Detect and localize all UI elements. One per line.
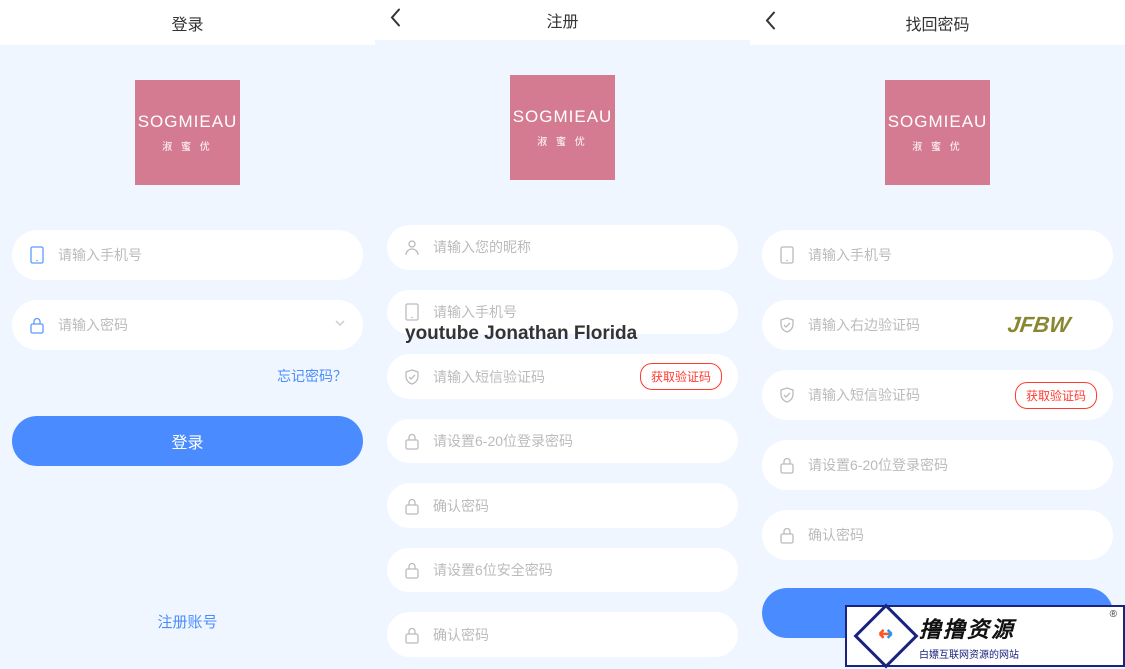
- brand-logo: SOGMIEAU 淑 蜜 优: [885, 80, 990, 185]
- login-button-label: 登录: [171, 429, 203, 453]
- logo-sub: 淑 蜜 优: [537, 133, 588, 148]
- safe-pwd-input[interactable]: [433, 562, 722, 578]
- stamp-main: 撸撸资源: [919, 612, 1117, 644]
- lock-icon: [403, 497, 421, 515]
- login-panel: 登录 SOGMIEAU 淑 蜜 优 忘记密码？ 登录 注册账号: [0, 0, 375, 667]
- register-sms-field[interactable]: 获取验证码: [387, 354, 738, 399]
- recover-header: 找回密码: [750, 0, 1125, 45]
- user-icon: [403, 238, 421, 256]
- login-password-input[interactable]: [58, 317, 325, 333]
- login-password-field[interactable]: [12, 300, 363, 350]
- login-header: 登录: [0, 0, 375, 45]
- safe-pwd2-input[interactable]: [433, 627, 722, 643]
- lock-icon: [403, 626, 421, 644]
- registered-mark: ®: [1110, 609, 1117, 620]
- svg-text:JFBW: JFBW: [1006, 312, 1074, 337]
- register-phone-field[interactable]: [387, 290, 738, 335]
- register-header: 注册: [375, 0, 750, 40]
- lock-icon: [778, 456, 796, 474]
- captcha-input[interactable]: [808, 317, 994, 333]
- register-link[interactable]: 注册账号: [157, 614, 217, 631]
- shield-icon: [778, 316, 796, 334]
- login-phone-input[interactable]: [58, 247, 347, 263]
- register-title: 注册: [546, 8, 578, 32]
- forgot-password-link[interactable]: 忘记密码？: [277, 368, 347, 384]
- shield-icon: [778, 386, 796, 404]
- stamp-sub: 白嫖互联网资源的网站: [919, 646, 1117, 661]
- logo-main: SOGMIEAU: [513, 107, 613, 127]
- stamp-logo-icon: [853, 603, 918, 668]
- logo-wrap: SOGMIEAU 淑 蜜 优: [375, 75, 750, 180]
- forgot-wrap: 忘记密码？: [0, 360, 375, 386]
- recover-phone-input[interactable]: [808, 247, 1097, 263]
- register-pwd-input[interactable]: [433, 433, 722, 449]
- recover-pwd2-field[interactable]: [762, 510, 1113, 560]
- lock-icon: [403, 432, 421, 450]
- register-link-wrap: 注册账号: [0, 611, 375, 632]
- stamp-text: 撸撸资源 白嫖互联网资源的网站: [919, 612, 1117, 661]
- back-button[interactable]: [389, 8, 403, 33]
- nickname-input[interactable]: [433, 239, 722, 255]
- recover-sms-input[interactable]: [808, 387, 1007, 403]
- register-pwd2-input[interactable]: [433, 498, 722, 514]
- lock-icon: [778, 526, 796, 544]
- shield-icon: [403, 368, 421, 386]
- safe-pwd2-field[interactable]: [387, 612, 738, 657]
- captcha-field[interactable]: JFBW: [762, 300, 1113, 350]
- phone-icon: [28, 246, 46, 264]
- logo-main: SOGMIEAU: [888, 112, 988, 132]
- recover-pwd2-input[interactable]: [808, 527, 1097, 543]
- logo-sub: 淑 蜜 优: [162, 138, 213, 153]
- recover-pwd-input[interactable]: [808, 457, 1097, 473]
- phone-icon: [403, 303, 421, 321]
- back-button[interactable]: [764, 10, 778, 35]
- recover-pwd-field[interactable]: [762, 440, 1113, 490]
- recover-phone-field[interactable]: [762, 230, 1113, 280]
- brand-logo: SOGMIEAU 淑 蜜 优: [135, 80, 240, 185]
- recover-panel: 找回密码 SOGMIEAU 淑 蜜 优 JFBW 获取验证码: [750, 0, 1125, 667]
- logo-wrap: SOGMIEAU 淑 蜜 优: [750, 80, 1125, 185]
- phone-icon: [778, 246, 796, 264]
- register-pwd-field[interactable]: [387, 419, 738, 464]
- login-button[interactable]: 登录: [12, 416, 363, 466]
- lock-icon: [403, 561, 421, 579]
- register-phone-input[interactable]: [433, 304, 722, 320]
- captcha-image[interactable]: JFBW: [1002, 307, 1097, 343]
- safe-pwd-field[interactable]: [387, 548, 738, 593]
- login-title: 登录: [171, 11, 203, 35]
- register-pwd2-field[interactable]: [387, 483, 738, 528]
- chevron-down-icon[interactable]: [333, 316, 347, 335]
- recover-sms-field[interactable]: 获取验证码: [762, 370, 1113, 420]
- login-phone-field[interactable]: [12, 230, 363, 280]
- get-sms-button[interactable]: 获取验证码: [640, 363, 722, 390]
- brand-logo: SOGMIEAU 淑 蜜 优: [510, 75, 615, 180]
- logo-main: SOGMIEAU: [138, 112, 238, 132]
- register-sms-input[interactable]: [433, 369, 632, 385]
- resource-stamp: 撸撸资源 白嫖互联网资源的网站 ®: [845, 605, 1125, 667]
- lock-icon: [28, 316, 46, 334]
- logo-sub: 淑 蜜 优: [912, 138, 963, 153]
- recover-title: 找回密码: [905, 11, 969, 35]
- logo-wrap: SOGMIEAU 淑 蜜 优: [0, 80, 375, 185]
- nickname-field[interactable]: [387, 225, 738, 270]
- register-panel: 注册 SOGMIEAU 淑 蜜 优 获取验证码: [375, 0, 750, 667]
- get-sms-button[interactable]: 获取验证码: [1015, 382, 1097, 409]
